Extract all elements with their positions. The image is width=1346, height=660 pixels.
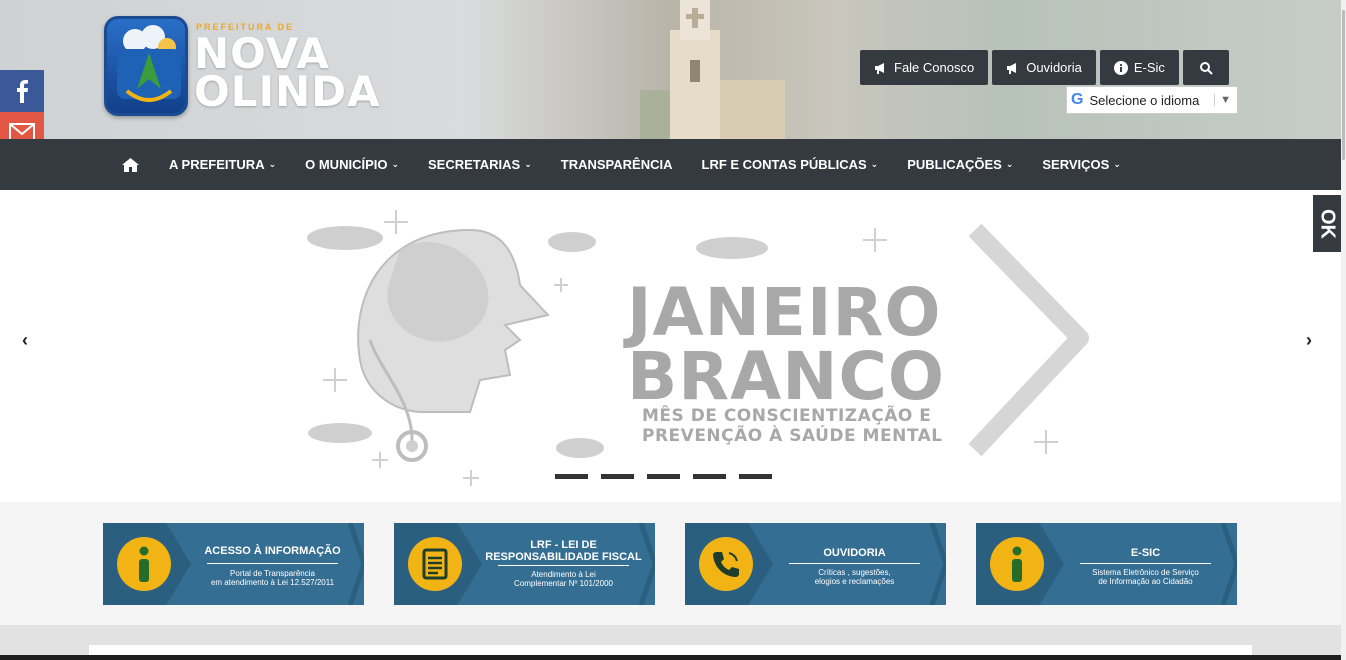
- nav-item-o-municipio[interactable]: O MUNICÍPIO ⌄: [305, 157, 399, 172]
- chevron-down-icon: ⌄: [391, 159, 400, 169]
- card-esic[interactable]: E-SIC Sistema Eletrônico de Serviço de I…: [976, 523, 1237, 605]
- nav-label: A PREFEITURA: [169, 157, 265, 172]
- search-button[interactable]: [1182, 50, 1229, 85]
- nav-item-a-prefeitura[interactable]: A PREFEITURA ⌄: [169, 157, 276, 172]
- chevron-right-icon: [639, 523, 655, 605]
- card-ouvidoria[interactable]: OUVIDORIA Críticas , sugestões, elogios …: [685, 523, 946, 605]
- banner-title-line2: BRANCO: [627, 338, 945, 415]
- language-select-label: Selecione o idioma: [1089, 92, 1200, 108]
- esic-label: E-Sic: [1133, 60, 1165, 75]
- card-divider: [789, 563, 920, 564]
- slider-next-arrow-icon[interactable]: ›: [1306, 330, 1312, 351]
- language-select[interactable]: G Selecione o idioma ▼: [1066, 86, 1238, 114]
- nav-item-secretarias[interactable]: SECRETARIAS ⌄: [428, 157, 532, 172]
- card-subtitle-line2: de Informação ao Cidadão: [1098, 577, 1193, 586]
- dropdown-arrow-icon: ▼: [1214, 94, 1231, 106]
- site-header: PREFEITURA DE NOVA OLINDA Fale Conosco O…: [0, 0, 1341, 139]
- card-title: LRF - LEI DE RESPONSABILIDADE FISCAL: [485, 539, 642, 563]
- esic-button[interactable]: E-Sic: [1099, 50, 1179, 85]
- chevron-right-icon: [930, 523, 946, 605]
- banner-title-line1: JANEIRO: [627, 274, 942, 351]
- nav-label: TRANSPARÊNCIA: [560, 157, 673, 172]
- home-icon[interactable]: [122, 157, 139, 172]
- card-title: E-SIC: [1130, 547, 1161, 559]
- ouvidoria-label: Ouvidoria: [1026, 60, 1082, 75]
- slider-dot[interactable]: [555, 474, 588, 479]
- facebook-link[interactable]: [0, 70, 44, 112]
- banner-subtitle-line2: PREVENÇÃO À SAÚDE MENTAL: [642, 426, 943, 446]
- coat-of-arms-icon: [117, 25, 181, 102]
- accessibility-side-tab[interactable]: OK: [1313, 195, 1341, 252]
- google-icon: G: [1071, 91, 1084, 108]
- ouvidoria-button[interactable]: Ouvidoria: [992, 50, 1096, 85]
- chevron-down-icon: ⌄: [1113, 159, 1121, 169]
- logo-emblem[interactable]: [104, 16, 188, 116]
- card-divider: [207, 563, 338, 564]
- slider-pagination: [555, 474, 772, 479]
- taskbar-strip: [0, 655, 1346, 660]
- card-divider: [498, 565, 629, 566]
- chevron-down-icon: ⌄: [870, 159, 879, 169]
- megaphone-icon: [1007, 62, 1017, 74]
- nav-label: LRF E CONTAS PÚBLICAS: [701, 157, 867, 172]
- scrollbar-thumb[interactable]: [1342, 10, 1345, 160]
- nav-item-servicos[interactable]: SERVIÇOS ⌄: [1042, 157, 1121, 172]
- nav-label: PUBLICAÇÕES: [907, 157, 1002, 172]
- chevron-down-icon: ⌄: [524, 159, 532, 169]
- slider-prev-arrow-icon[interactable]: ‹: [22, 330, 28, 351]
- card-subtitle-line2: Complementar Nº 101/2000: [514, 579, 613, 588]
- church-background-image: [640, 0, 785, 139]
- quick-access-cards: ACESSO À INFORMAÇÃO Portal de Transparên…: [0, 502, 1341, 625]
- banner-slider: JANEIRO BRANCO MÊS DE CONSCIENTIZAÇÃO E …: [0, 190, 1341, 502]
- banner-subtitle-line1: MÊS DE CONSCIENTIZAÇÃO E: [642, 406, 932, 426]
- slider-dot[interactable]: [739, 474, 772, 479]
- card-subtitle-line2: em atendimento à Lei 12.527/2011: [210, 578, 335, 587]
- nav-item-lrf[interactable]: LRF E CONTAS PÚBLICAS ⌄: [702, 157, 879, 172]
- info-icon: [1113, 60, 1128, 75]
- card-divider: [1080, 563, 1211, 564]
- fale-conosco-button[interactable]: Fale Conosco: [860, 50, 989, 85]
- main-navigation: A PREFEITURA ⌄ O MUNICÍPIO ⌄ SECRETARIAS ⌄ …: [0, 139, 1341, 190]
- facebook-icon: [17, 80, 28, 103]
- card-lrf[interactable]: LRF - LEI DE RESPONSABILIDADE FISCAL Ate…: [394, 523, 655, 605]
- logo-title-line2: OLINDA: [194, 67, 381, 116]
- search-icon: [1199, 61, 1213, 75]
- info-icon: [117, 537, 171, 591]
- header-quick-links: Fale Conosco Ouvidoria E-Sic: [860, 50, 1229, 85]
- nav-label: O MUNICÍPIO: [305, 157, 388, 172]
- slider-dot[interactable]: [693, 474, 726, 479]
- nav-item-transparencia[interactable]: TRANSPARÊNCIA: [561, 157, 673, 172]
- chevron-down-icon: ⌄: [1005, 159, 1014, 169]
- card-subtitle-line2: elogios e reclamações: [814, 577, 895, 586]
- info-icon: [990, 537, 1044, 591]
- slider-dot[interactable]: [647, 474, 680, 479]
- phone-icon: [699, 537, 753, 591]
- nav-label: SECRETARIAS: [428, 157, 521, 172]
- chevron-right-icon: [1221, 523, 1237, 605]
- card-acesso-informacao[interactable]: ACESSO À INFORMAÇÃO Portal de Transparên…: [103, 523, 364, 605]
- card-title: ACESSO À INFORMAÇÃO: [204, 545, 341, 557]
- nav-item-publicacoes[interactable]: PUBLICAÇÕES ⌄: [907, 157, 1013, 172]
- megaphone-icon: [875, 62, 884, 74]
- slider-dot[interactable]: [601, 474, 634, 479]
- chevron-right-icon: [348, 523, 364, 605]
- chevron-down-icon: ⌄: [268, 159, 277, 169]
- document-icon: [408, 537, 462, 591]
- fale-conosco-label: Fale Conosco: [894, 60, 975, 75]
- card-title: OUVIDORIA: [823, 547, 886, 559]
- nav-label: SERVIÇOS: [1042, 157, 1110, 172]
